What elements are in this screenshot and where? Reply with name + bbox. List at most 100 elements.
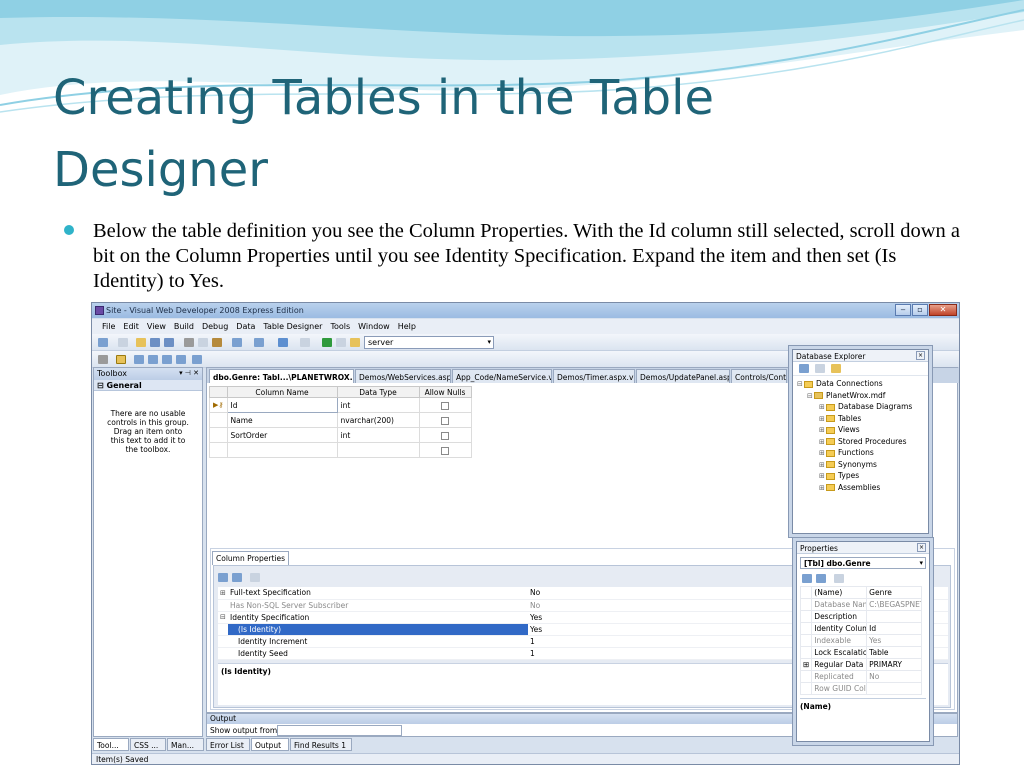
property-row[interactable]: (Name) Genre bbox=[799, 586, 922, 599]
allow-nulls-checkbox[interactable] bbox=[441, 401, 450, 410]
pin-icon[interactable]: ▾ ⊣ ✕ bbox=[179, 369, 199, 377]
table-row-new[interactable] bbox=[209, 442, 472, 458]
property-row[interactable]: Lock Escalatior Table bbox=[799, 646, 922, 659]
tab-manage[interactable]: Man... bbox=[167, 738, 204, 751]
menu-window[interactable]: Window bbox=[354, 319, 394, 334]
properties-object-select[interactable]: [Tbl] dbo.Genre ▾ bbox=[800, 557, 926, 569]
minimize-button[interactable]: ‒ bbox=[895, 304, 911, 316]
save-icon[interactable] bbox=[150, 338, 160, 347]
categorized-icon[interactable] bbox=[802, 574, 812, 583]
property-row[interactable]: Row GUID Colu bbox=[799, 682, 922, 695]
tree-item-types[interactable]: ⊞ Types bbox=[797, 471, 924, 483]
generate-script-icon[interactable] bbox=[98, 355, 108, 364]
output-source-select[interactable] bbox=[277, 725, 402, 736]
undo-icon[interactable] bbox=[232, 338, 242, 347]
indexes-icon[interactable] bbox=[148, 355, 158, 364]
new-project-icon[interactable] bbox=[98, 338, 108, 347]
property-value[interactable]: Genre bbox=[866, 586, 922, 599]
cut-icon[interactable] bbox=[184, 338, 194, 347]
property-value[interactable] bbox=[866, 610, 922, 623]
column-name-cell[interactable]: Name bbox=[226, 412, 338, 428]
column-name-cell[interactable]: SortOrder bbox=[226, 427, 338, 443]
collapse-icon[interactable]: ⊟ bbox=[218, 611, 228, 624]
property-value[interactable]: C:\BEGASPNET\ bbox=[866, 598, 922, 611]
menu-help[interactable]: Help bbox=[394, 319, 420, 334]
tree-item-views[interactable]: ⊞ Views bbox=[797, 425, 924, 437]
tab-nameservice[interactable]: App_Code/NameService.vb bbox=[452, 369, 552, 383]
data-type-cell[interactable] bbox=[336, 442, 420, 458]
tree-item-database-diagrams[interactable]: ⊞ Database Diagrams bbox=[797, 402, 924, 414]
toolbox-group-general[interactable]: ⊟ General bbox=[94, 380, 202, 391]
menu-data[interactable]: Data bbox=[232, 319, 259, 334]
tree-item-assemblies[interactable]: ⊞ Assemblies bbox=[797, 483, 924, 495]
find-combo[interactable]: server ▾ bbox=[364, 336, 494, 349]
tab-controls[interactable]: Controls/Conta bbox=[731, 369, 787, 383]
property-value[interactable]: PRIMARY bbox=[866, 658, 922, 671]
table-row[interactable]: SortOrder int bbox=[209, 427, 472, 443]
table-row[interactable]: ▶⚷ Id int bbox=[209, 397, 472, 413]
property-pages-icon[interactable] bbox=[250, 573, 260, 582]
tab-dbo-genre[interactable]: dbo.Genre: Tabl...\PLANETWROX.MDF) bbox=[209, 369, 354, 383]
relationships-icon[interactable] bbox=[134, 355, 144, 364]
categorized-icon[interactable] bbox=[218, 573, 228, 582]
property-row[interactable]: Description bbox=[799, 610, 922, 623]
sort-alpha-icon[interactable] bbox=[816, 574, 826, 583]
property-value[interactable] bbox=[866, 682, 922, 695]
property-value[interactable]: No bbox=[866, 670, 922, 683]
redo-icon[interactable] bbox=[254, 338, 264, 347]
tree-item-tables[interactable]: ⊞ Tables bbox=[797, 414, 924, 426]
property-row[interactable]: Database Nam C:\BEGASPNET\ bbox=[799, 598, 922, 611]
tab-timer[interactable]: Demos/Timer.aspx.vb bbox=[553, 369, 635, 383]
close-button[interactable]: ✕ bbox=[929, 304, 957, 316]
tree-item-database[interactable]: ⊟ PlanetWrox.mdf bbox=[797, 391, 924, 403]
property-row[interactable]: ⊞Regular Data SpPRIMARY bbox=[799, 658, 922, 671]
property-row[interactable]: Replicated No bbox=[799, 670, 922, 683]
property-value[interactable]: Table bbox=[866, 646, 922, 659]
tab-output[interactable]: Output bbox=[251, 738, 289, 751]
tab-find-results[interactable]: Find Results 1 bbox=[290, 738, 352, 751]
config-icon[interactable] bbox=[336, 338, 346, 347]
property-value[interactable]: Yes bbox=[866, 634, 922, 647]
data-type-cell[interactable]: int bbox=[336, 427, 420, 443]
tab-updatepanel[interactable]: Demos/UpdatePanel.aspx bbox=[636, 369, 730, 383]
expand-icon[interactable]: ⊞ bbox=[799, 658, 813, 671]
property-row[interactable]: Identity Colum Id bbox=[799, 622, 922, 635]
tree-item-functions[interactable]: ⊞ Functions bbox=[797, 448, 924, 460]
connect-icon[interactable] bbox=[831, 364, 841, 373]
open-icon[interactable] bbox=[136, 338, 146, 347]
column-name-cell[interactable]: Id bbox=[226, 397, 338, 413]
sort-alpha-icon[interactable] bbox=[232, 573, 242, 582]
refresh-icon[interactable] bbox=[799, 364, 809, 373]
menu-file[interactable]: File bbox=[98, 319, 119, 334]
paste-icon[interactable] bbox=[212, 338, 222, 347]
menu-view[interactable]: View bbox=[143, 319, 170, 334]
stop-icon[interactable] bbox=[815, 364, 825, 373]
data-type-cell[interactable]: nvarchar(200) bbox=[336, 412, 420, 428]
tree-item-stored-procedures[interactable]: ⊞ Stored Procedures bbox=[797, 437, 924, 449]
property-pages-icon[interactable] bbox=[834, 574, 844, 583]
xml-indexes-icon[interactable] bbox=[176, 355, 186, 364]
menu-build[interactable]: Build bbox=[170, 319, 198, 334]
check-constraints-icon[interactable] bbox=[192, 355, 202, 364]
start-debug-icon[interactable] bbox=[322, 338, 332, 347]
tree-item-data-connections[interactable]: ⊟ Data Connections bbox=[797, 379, 924, 391]
allow-nulls-checkbox[interactable] bbox=[441, 431, 450, 440]
find-icon[interactable] bbox=[300, 338, 310, 347]
tab-webservices[interactable]: Demos/WebServices.aspx bbox=[355, 369, 451, 383]
maximize-button[interactable]: ▫ bbox=[912, 304, 928, 316]
expand-icon[interactable]: ⊞ bbox=[218, 587, 228, 600]
add-item-icon[interactable] bbox=[118, 338, 128, 347]
menu-tools[interactable]: Tools bbox=[326, 319, 354, 334]
find-in-files-icon[interactable] bbox=[350, 338, 360, 347]
tab-toolbox[interactable]: Tool... bbox=[93, 738, 129, 751]
save-all-icon[interactable] bbox=[164, 338, 174, 347]
copy-icon[interactable] bbox=[198, 338, 208, 347]
allow-nulls-checkbox[interactable] bbox=[441, 416, 450, 425]
data-type-cell[interactable]: int bbox=[336, 397, 420, 413]
allow-nulls-checkbox[interactable] bbox=[441, 446, 450, 455]
tab-error-list[interactable]: Error List bbox=[206, 738, 250, 751]
tab-css[interactable]: CSS ... bbox=[130, 738, 166, 751]
close-icon[interactable]: × bbox=[916, 351, 925, 360]
primary-key-icon[interactable] bbox=[116, 355, 126, 364]
menu-table-designer[interactable]: Table Designer bbox=[259, 319, 326, 334]
